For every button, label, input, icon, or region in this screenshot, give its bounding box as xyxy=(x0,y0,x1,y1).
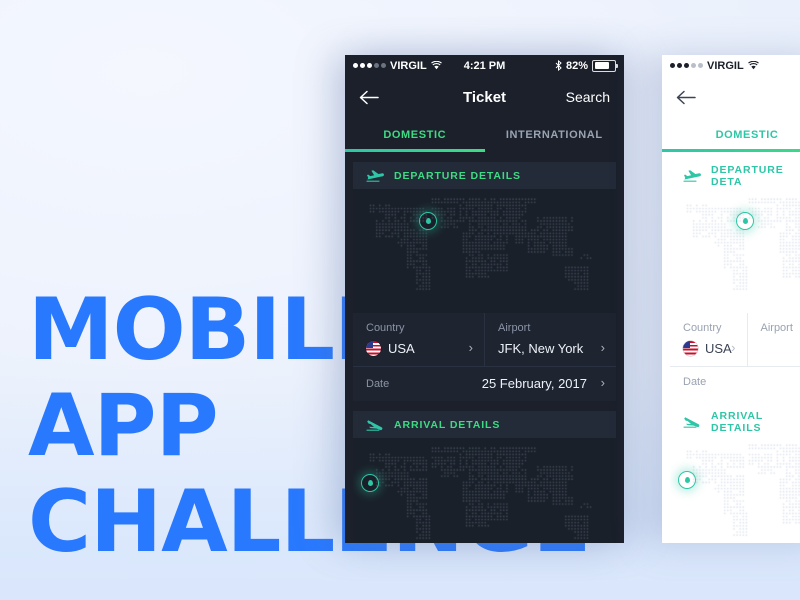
usa-flag-icon xyxy=(366,341,381,356)
field-label: Date xyxy=(683,376,707,388)
tab-domestic[interactable]: DOMESTIC xyxy=(662,118,800,152)
departure-details-card: DEPARTURE DETA Country USA › Airport Dat… xyxy=(670,162,800,398)
departure-card-header: DEPARTURE DETA xyxy=(670,162,800,189)
world-map-dots xyxy=(353,189,616,313)
usa-flag-icon xyxy=(683,341,698,356)
tab-active-underline xyxy=(662,149,800,152)
navigation-bar: Tic xyxy=(662,76,800,118)
field-label: Airport xyxy=(498,322,531,334)
departure-details-card: DEPARTURE DETAILS Country USA › Airport xyxy=(353,162,616,401)
world-map-dots xyxy=(670,189,800,313)
departure-fields: Country USA › Airport JFK, New York › xyxy=(353,313,616,366)
back-arrow-icon[interactable] xyxy=(676,90,696,105)
country-value-label: USA xyxy=(705,341,732,356)
tab-bar: DOMESTIC INTERNATIONAL xyxy=(345,118,624,152)
battery-percent-label: 82% xyxy=(565,59,588,72)
signal-strength-icon xyxy=(670,63,703,68)
field-value: 25 February, 2017 xyxy=(481,376,587,391)
arrival-card-header: ARRIVAL DETAILS xyxy=(670,408,800,435)
arrival-card-title: ARRIVAL DETAILS xyxy=(394,418,501,431)
map-pin-icon[interactable] xyxy=(419,212,437,230)
status-bar: VIRGIL 4:21 xyxy=(662,55,800,76)
chevron-right-icon: › xyxy=(600,340,605,355)
arrival-card-title: ARRIVAL DETAILS xyxy=(711,409,763,434)
chevron-right-icon: › xyxy=(600,375,605,390)
map-pin-icon[interactable] xyxy=(678,471,696,489)
app-screen-light: VIRGIL 4:21 Tic DOMESTIC xyxy=(662,55,800,543)
search-button[interactable]: Search xyxy=(566,89,610,105)
departure-airport-field[interactable]: Airport xyxy=(746,313,800,366)
phone-mockup-dark: VIRGIL 4:21 PM 82% Ticket Search DOMESTI… xyxy=(345,55,624,543)
status-bar-left: VIRGIL xyxy=(670,60,759,72)
status-bar-right: 82% xyxy=(555,59,618,72)
world-map-dots xyxy=(353,438,616,543)
field-label: Airport xyxy=(760,322,793,334)
signal-strength-icon xyxy=(353,63,386,68)
chevron-right-icon: › xyxy=(468,340,473,355)
departure-airport-field[interactable]: Airport JFK, New York › xyxy=(484,313,616,366)
status-bar-left: VIRGIL xyxy=(353,60,442,72)
country-value-label: USA xyxy=(388,341,415,356)
plane-landing-icon xyxy=(683,417,700,428)
plane-takeoff-icon xyxy=(366,170,384,182)
bluetooth-icon xyxy=(555,60,562,71)
tab-domestic[interactable]: DOMESTIC xyxy=(345,118,485,152)
carrier-label: VIRGIL xyxy=(390,59,427,72)
departure-date-field[interactable]: Date 25 February, 2017 › xyxy=(353,366,616,401)
chevron-right-icon: › xyxy=(731,340,736,355)
departure-card-header: DEPARTURE DETAILS xyxy=(353,162,616,189)
app-screen-dark: VIRGIL 4:21 PM 82% Ticket Search DOMESTI… xyxy=(345,55,624,543)
world-map-dots xyxy=(670,435,800,543)
wifi-icon xyxy=(747,61,759,70)
field-value: USA xyxy=(683,341,734,356)
arrival-details-card: ARRIVAL DETAILS Country xyxy=(670,408,800,543)
back-arrow-icon[interactable] xyxy=(359,90,379,105)
field-value: USA xyxy=(366,341,471,356)
wifi-icon xyxy=(430,61,442,70)
phone-mockup-light: VIRGIL 4:21 Tic DOMESTIC xyxy=(662,55,800,543)
map-pin-icon[interactable] xyxy=(361,474,379,492)
departure-fields: Country USA › Airport xyxy=(670,313,800,366)
departure-country-field[interactable]: Country USA › xyxy=(670,313,747,366)
departure-card-title: DEPARTURE DETAILS xyxy=(394,169,521,182)
arrival-world-map xyxy=(353,438,616,543)
arrival-details-card: ARRIVAL DETAILS Country Airport xyxy=(353,411,616,543)
field-label: Date xyxy=(366,377,390,390)
departure-date-field[interactable]: Date xyxy=(670,366,800,398)
tab-bar: DOMESTIC xyxy=(662,118,800,152)
departure-world-map xyxy=(353,189,616,313)
arrival-card-header: ARRIVAL DETAILS xyxy=(353,411,616,438)
plane-takeoff-icon xyxy=(683,170,701,182)
arrival-world-map xyxy=(670,435,800,543)
departure-country-field[interactable]: Country USA › xyxy=(353,313,484,366)
status-bar: VIRGIL 4:21 PM 82% xyxy=(345,55,624,76)
field-value: JFK, New York xyxy=(498,341,584,356)
carrier-label: VIRGIL xyxy=(707,59,744,72)
departure-card-title: DEPARTURE DETA xyxy=(711,163,784,188)
plane-landing-icon xyxy=(366,420,383,431)
battery-icon xyxy=(592,59,618,72)
departure-world-map xyxy=(670,189,800,313)
field-label: Country xyxy=(366,322,405,334)
field-label: Country xyxy=(683,322,722,334)
tab-international[interactable]: INTERNATIONAL xyxy=(485,118,625,152)
navigation-bar: Ticket Search xyxy=(345,76,624,118)
map-pin-icon[interactable] xyxy=(736,212,754,230)
tab-active-underline xyxy=(345,149,485,152)
